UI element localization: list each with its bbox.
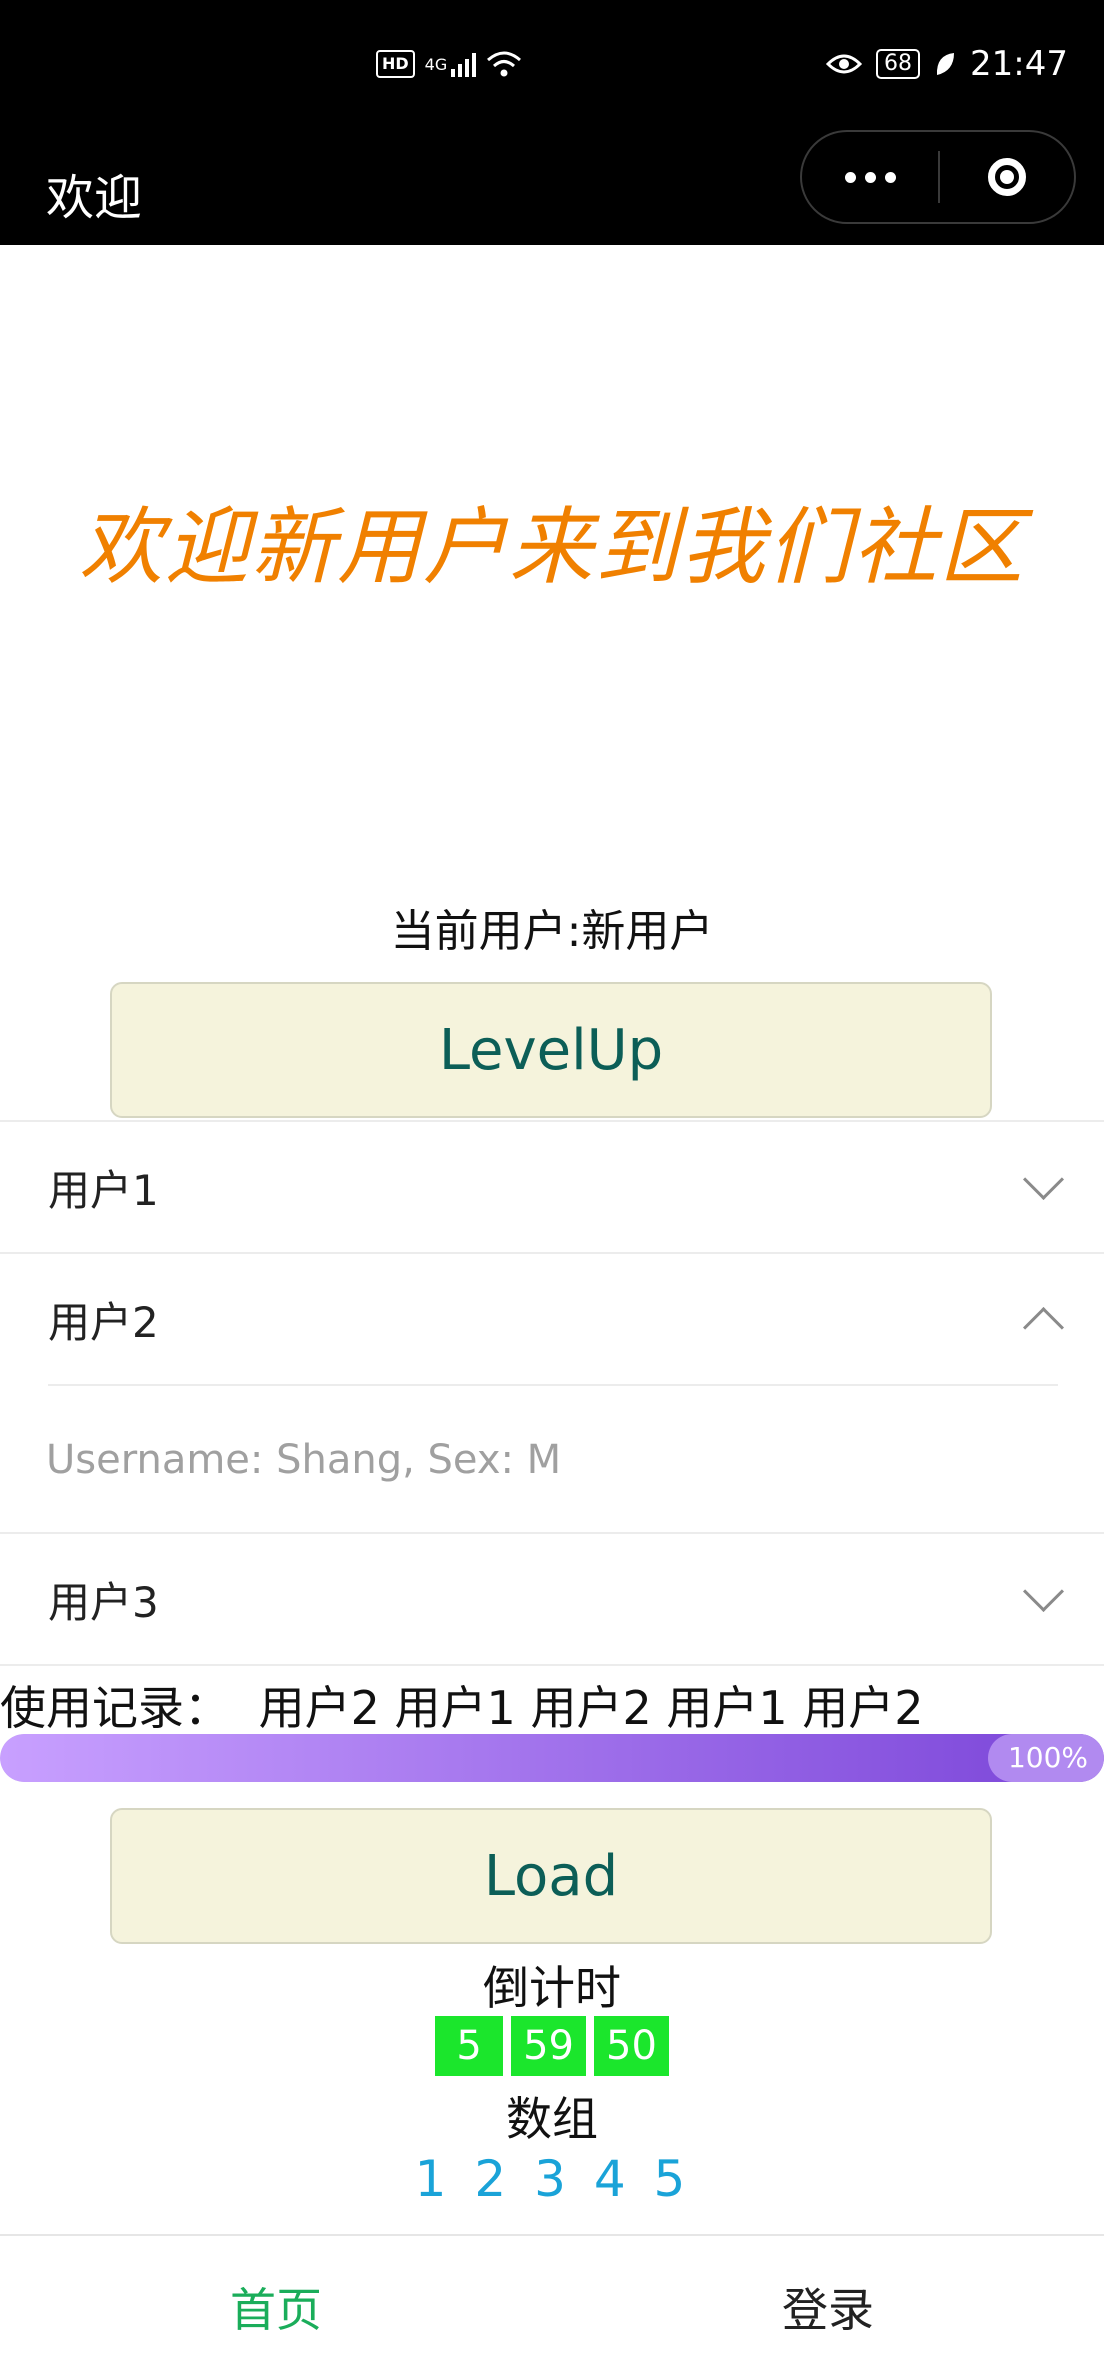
history-item: 用户2	[530, 1681, 652, 1735]
progress-fill	[0, 1734, 1104, 1782]
collapse-header-user3[interactable]: 用户3	[0, 1534, 1104, 1664]
divider	[0, 1664, 1104, 1666]
status-right: 68 21:47	[826, 44, 1068, 84]
more-dots-icon	[844, 171, 856, 183]
history-label: 使用记录：	[0, 1681, 230, 1735]
more-dot	[884, 171, 896, 183]
history-item: 用户1	[394, 1681, 516, 1735]
more-dot	[864, 171, 876, 183]
page-title: 欢迎	[46, 170, 143, 226]
navigation-bar: 欢迎	[0, 130, 1104, 245]
history-item: 用户2	[802, 1681, 924, 1735]
history-item: 用户1	[666, 1681, 788, 1735]
load-button[interactable]: Load	[110, 1808, 992, 1944]
network-label: 4G	[424, 54, 448, 74]
close-button[interactable]	[940, 158, 1074, 196]
collapse-item-user3: 用户3	[0, 1532, 1104, 1664]
clock: 21:47	[970, 44, 1068, 84]
array-item: 2	[474, 2150, 511, 2208]
array-item: 3	[534, 2150, 570, 2208]
array-values: 1 2 3 4 5	[0, 2150, 1104, 2208]
chevron-down-icon	[1022, 1158, 1065, 1200]
countdown-hours: 5	[435, 2016, 504, 2076]
signal-icon	[451, 51, 477, 77]
countdown-seconds: 50	[594, 2016, 669, 2076]
collapse-header-user2[interactable]: 用户2	[0, 1254, 1104, 1384]
mini-program-capsule	[800, 130, 1076, 224]
array-item: 5	[653, 2150, 690, 2208]
current-user-label: 当前用户:新用户	[390, 906, 714, 957]
collapse-item-user2: 用户2 Username: Shang, Sex: M	[0, 1252, 1104, 1534]
welcome-heading: 欢迎新用户来到我们社区	[78, 498, 1025, 596]
target-dot	[1000, 170, 1014, 184]
status-bar: HD 4G 68 21:47	[0, 0, 1104, 130]
collapse-title: 用户1	[48, 1165, 159, 1215]
battery-icon: 68	[876, 49, 921, 79]
array-label: 数组	[506, 2092, 598, 2146]
tab-bar: 首页 登录	[0, 2234, 1104, 2378]
target-icon	[988, 158, 1026, 196]
more-button[interactable]	[802, 132, 938, 222]
history-item: 用户2	[258, 1681, 380, 1735]
tab-login[interactable]: 登录	[552, 2236, 1104, 2378]
usage-history: 使用记录： 用户2 用户1 用户2 用户1 用户2	[0, 1672, 924, 1738]
eye-icon	[826, 54, 863, 74]
leaf-icon	[936, 53, 955, 75]
levelup-button[interactable]: LevelUp	[110, 982, 992, 1118]
collapse-title: 用户2	[48, 1297, 159, 1347]
array-item: 4	[593, 2150, 630, 2208]
wifi-icon	[487, 51, 522, 77]
collapse-header-user1[interactable]: 用户1	[0, 1122, 1104, 1252]
array-item: 1	[414, 2150, 451, 2208]
chevron-down-icon	[1022, 1570, 1065, 1612]
collapse-title: 用户3	[48, 1577, 159, 1627]
countdown-label: 倒计时	[483, 1961, 621, 2015]
progress-percent: 100%	[987, 1734, 1104, 1782]
progress-bar: 100%	[0, 1734, 1104, 1782]
collapse-content-user2: Username: Shang, Sex: M	[46, 1437, 562, 1483]
countdown-timer: 5 59 50	[0, 2016, 1104, 2076]
chevron-up-icon	[1022, 1306, 1065, 1348]
countdown-minutes: 59	[511, 2016, 586, 2076]
tab-home[interactable]: 首页	[0, 2236, 552, 2378]
hd-icon: HD	[376, 50, 415, 78]
status-indicators: HD 4G	[376, 50, 522, 78]
collapse-item-user1: 用户1	[0, 1120, 1104, 1252]
